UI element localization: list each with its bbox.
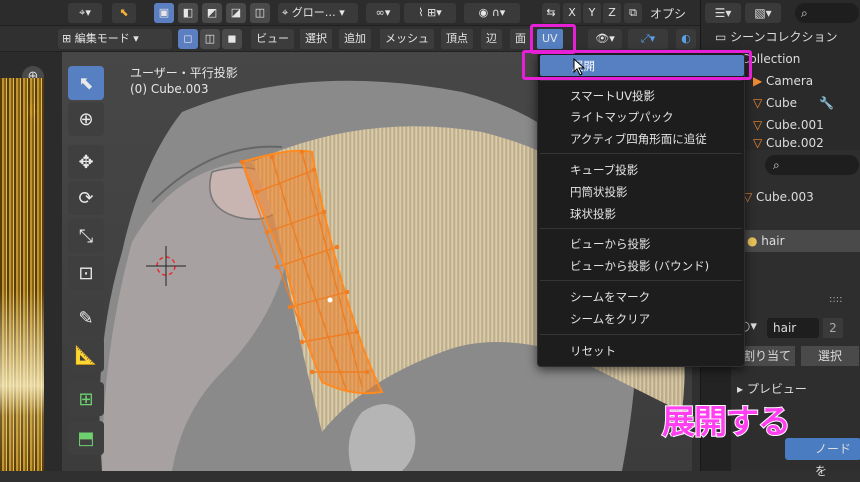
menu-select[interactable]: 選択 bbox=[300, 29, 332, 49]
material-slot-hair[interactable]: ● hair bbox=[737, 230, 860, 252]
select-box-tool-icon[interactable]: ⬉ bbox=[68, 66, 104, 100]
visibility-eye-icon[interactable]: 👁▾ bbox=[588, 29, 622, 49]
mesh-icon: ▽ bbox=[753, 118, 767, 132]
scene-collection-icon: ▭ bbox=[715, 30, 731, 44]
options-menu[interactable]: オプシ bbox=[650, 5, 686, 22]
uv-menu-item-sphere-projection[interactable]: 球状投影 bbox=[570, 206, 616, 222]
pivot-point-icon[interactable]: ∞▾ bbox=[366, 3, 400, 23]
mesh-icon: ▽ bbox=[753, 136, 767, 148]
uv-menu-item-lightmap-pack[interactable]: ライトマップパック bbox=[570, 109, 674, 125]
outliner-search-icon[interactable]: ⌕ bbox=[795, 3, 859, 23]
select-invert-icon[interactable]: ◪ bbox=[226, 3, 246, 23]
menu-mesh[interactable]: メッシュ bbox=[380, 29, 434, 49]
object-name-label: (0) Cube.003 bbox=[130, 82, 209, 96]
snap-icon[interactable]: ⌇ ⊞▾ bbox=[404, 3, 456, 23]
uv-menu-item-clear-seam[interactable]: シームをクリア bbox=[570, 311, 650, 327]
list-resize-handle[interactable]: :::: bbox=[829, 294, 853, 310]
properties-object-name: Cube.003 bbox=[756, 190, 814, 204]
caption-text: 展開する bbox=[661, 401, 792, 442]
gizmo-icon[interactable]: ⤢▾ bbox=[628, 29, 668, 49]
uv-menu-dropdown: 展開 スマートUV投影 ライトマップパック アクティブ四角形面に追従 キューブ投… bbox=[537, 52, 745, 367]
overlay-icon[interactable]: ◐ bbox=[676, 29, 696, 49]
transform-tool-icon[interactable]: ⊡ bbox=[68, 256, 104, 290]
scene-collection-title: シーンコレクション bbox=[730, 30, 838, 44]
material-user-count[interactable]: 2 bbox=[823, 318, 843, 338]
material-sphere-icon: ● bbox=[747, 234, 762, 248]
use-nodes-button[interactable]: ノードを bbox=[785, 438, 860, 478]
assign-button[interactable]: 割り当て bbox=[739, 346, 795, 366]
outliner-header: ▭ シーンコレクション bbox=[701, 26, 860, 48]
menu-view[interactable]: ビュー bbox=[251, 29, 294, 49]
extrude-tool-icon[interactable]: ⬒ bbox=[68, 421, 104, 455]
add-cube-tool-icon[interactable]: ⊞ bbox=[68, 382, 104, 416]
vertex-select-icon[interactable]: ◻ bbox=[178, 29, 198, 49]
select-intersect-icon[interactable]: ◫ bbox=[250, 3, 270, 23]
menu-edge[interactable]: 辺 bbox=[481, 29, 502, 49]
select-tool-icon[interactable]: ⬉ bbox=[112, 3, 136, 23]
move-tool-icon[interactable]: ✥ bbox=[68, 145, 104, 179]
cursor-tool-icon[interactable]: ⊕ bbox=[68, 102, 104, 136]
measure-tool-icon[interactable]: 📐 bbox=[68, 338, 104, 372]
menu-separator bbox=[540, 228, 742, 229]
select-button[interactable]: 選択 bbox=[801, 346, 859, 366]
uv-menu-item-project-from-view[interactable]: ビューから投影 bbox=[570, 236, 651, 252]
axis-z-toggle[interactable]: Z bbox=[603, 3, 621, 23]
menu-separator bbox=[540, 280, 742, 281]
properties-object-row: ▽ Cube.003 bbox=[743, 190, 814, 204]
uv-menu-item-follow-active-quads[interactable]: アクティブ四角形面に追従 bbox=[570, 131, 707, 147]
uv-menu-item-project-from-view-bounds[interactable]: ビューから投影 (バウンド) bbox=[570, 258, 709, 274]
face-select-icon[interactable]: ◼ bbox=[222, 29, 242, 49]
outliner-label: Cube.001 bbox=[766, 118, 824, 132]
menu-vertex[interactable]: 頂点 bbox=[441, 29, 473, 49]
expand-arrow-icon: ▸ bbox=[737, 382, 747, 396]
uv-menu-item-mark-seam[interactable]: シームをマーク bbox=[570, 289, 650, 305]
uv-menu-item-smart-project[interactable]: スマートUV投影 bbox=[570, 88, 655, 104]
unwrap-item-highlight bbox=[522, 50, 752, 80]
select-extend-icon[interactable]: ◧ bbox=[178, 3, 198, 23]
select-subtract-icon[interactable]: ◩ bbox=[202, 3, 222, 23]
menu-face[interactable]: 面 bbox=[510, 29, 531, 49]
viewport-header: ⌖▾ ⬉ ▣ ◧ ◩ ◪ ◫ ⌖ グロー… ▾ ∞▾ ⌇ ⊞▾ ◉ ∩▾ ⇆ X… bbox=[0, 0, 700, 26]
hair-texture-highlight bbox=[0, 170, 44, 470]
transform-orientation-label: グロー… bbox=[291, 6, 336, 19]
material-slot-label: hair bbox=[761, 234, 785, 248]
mode-dropdown[interactable]: ⊞ 編集モード ▾ bbox=[58, 29, 172, 49]
rotate-tool-icon[interactable]: ⟳ bbox=[68, 181, 104, 215]
proportional-edit-icon[interactable]: ◉ ∩▾ bbox=[464, 3, 520, 23]
auto-merge-icon[interactable]: ⧉ bbox=[624, 3, 642, 23]
uv-menu-item-cylinder-projection[interactable]: 円筒状投影 bbox=[570, 184, 628, 200]
view-name-label: ユーザー・平行投影 bbox=[130, 66, 238, 80]
outliner-label: Cube bbox=[766, 96, 798, 110]
outliner-editor-icon[interactable]: ☰▾ bbox=[705, 3, 741, 23]
menu-separator bbox=[540, 334, 742, 335]
outliner-label: Cube.002 bbox=[766, 136, 824, 148]
preview-label: プレビュー bbox=[746, 382, 807, 396]
uv-menu-item-reset[interactable]: リセット bbox=[570, 343, 616, 359]
select-box-mode-icon[interactable]: ▣ bbox=[154, 3, 174, 23]
mode-label: 編集モード bbox=[74, 32, 130, 45]
uv-menu-item-cube-projection[interactable]: キューブ投影 bbox=[570, 162, 638, 178]
wrench-icon: 🔧 bbox=[819, 96, 834, 110]
display-mode-icon[interactable]: ▧▾ bbox=[745, 3, 781, 23]
menu-separator bbox=[540, 80, 742, 81]
axis-y-toggle[interactable]: Y bbox=[583, 3, 601, 23]
left-editor-panel: 📌 ⊕ ✋ bbox=[0, 0, 62, 471]
mesh-icon: ▽ bbox=[753, 96, 767, 110]
scale-tool-icon[interactable]: ⤡ bbox=[68, 219, 104, 253]
properties-search-icon[interactable]: ⌕ bbox=[765, 155, 859, 175]
transform-orientation-dropdown[interactable]: ⌖ グロー… ▾ bbox=[278, 3, 358, 23]
editor-type-button[interactable]: ⌖▾ bbox=[68, 3, 102, 23]
outliner-label: Camera bbox=[766, 74, 814, 88]
edit-mode-bar: ⊞ 編集モード ▾ ◻ ◫ ◼ ビュー 選択 追加 メッシュ 頂点 辺 面 UV… bbox=[0, 26, 700, 52]
axis-x-toggle[interactable]: X bbox=[563, 3, 581, 23]
annotate-tool-icon[interactable]: ✎ bbox=[68, 301, 104, 335]
mirror-toggle-icon[interactable]: ⇆ bbox=[542, 3, 560, 23]
camera-icon: ▶ bbox=[753, 74, 767, 88]
menu-separator bbox=[540, 153, 742, 154]
menu-add[interactable]: 追加 bbox=[339, 29, 371, 49]
material-name-field[interactable]: hair bbox=[767, 318, 819, 338]
edge-select-icon[interactable]: ◫ bbox=[200, 29, 220, 49]
